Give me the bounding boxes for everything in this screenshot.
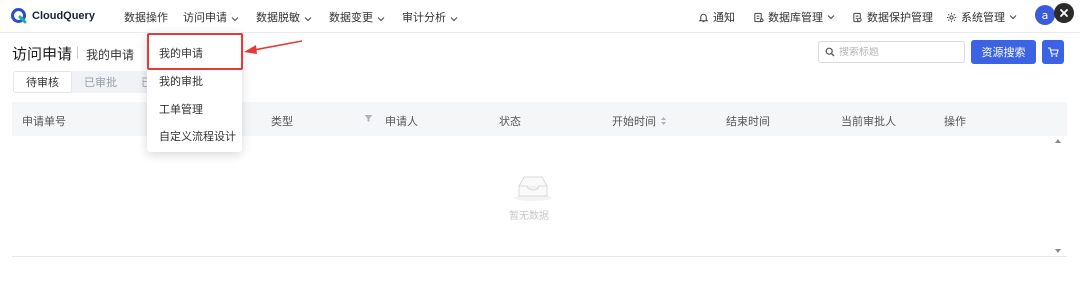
chevron-down-icon bbox=[1009, 11, 1021, 24]
status-tabs: 待审核 已审批 已 bbox=[13, 71, 164, 93]
nav-data-operation[interactable]: 数据操作 bbox=[124, 9, 168, 25]
app-name: CloudQuery bbox=[32, 10, 95, 22]
nav-label: 数据变更 bbox=[329, 11, 373, 24]
app-logo[interactable]: CloudQuery bbox=[11, 8, 95, 24]
cloudquery-logo-icon bbox=[11, 8, 27, 24]
bell-icon bbox=[698, 13, 709, 22]
breadcrumb-current: 我的申请 bbox=[86, 48, 135, 62]
menu-item-my-approvals[interactable]: 我的审批 bbox=[159, 73, 203, 89]
chevron-down-icon bbox=[377, 13, 385, 22]
nav-system-management[interactable]: 系统管理 bbox=[946, 9, 1021, 25]
nav-label: 数据库管理 bbox=[768, 11, 823, 24]
column-header-status: 状态 bbox=[499, 115, 521, 128]
nav-audit-analysis[interactable]: 审计分析 bbox=[402, 9, 458, 25]
nav-data-change[interactable]: 数据变更 bbox=[329, 9, 385, 25]
column-header-end-time: 结束时间 bbox=[726, 115, 770, 128]
filter-icon[interactable] bbox=[364, 114, 373, 123]
search-icon bbox=[825, 47, 835, 57]
chevron-down-icon bbox=[231, 13, 239, 22]
shield-doc-icon bbox=[853, 12, 862, 22]
scroll-down-arrow-icon[interactable] bbox=[1054, 248, 1062, 254]
search-input[interactable] bbox=[839, 46, 959, 58]
nav-label: 系统管理 bbox=[961, 11, 1005, 24]
chevron-down-icon bbox=[827, 11, 839, 24]
highlight-box bbox=[147, 33, 243, 70]
user-avatar[interactable]: a bbox=[1035, 5, 1055, 25]
database-icon bbox=[754, 12, 764, 22]
table-body: 暂无数据 bbox=[12, 136, 1067, 257]
empty-inbox-icon bbox=[514, 176, 552, 201]
empty-state-text: 暂无数据 bbox=[509, 211, 549, 222]
nav-label: 访问申请 bbox=[183, 11, 227, 24]
menu-item-custom-workflow[interactable]: 自定义流程设计 bbox=[159, 128, 236, 144]
menu-item-ticket-management[interactable]: 工单管理 bbox=[159, 101, 203, 117]
nav-notifications[interactable]: 通知 bbox=[698, 9, 735, 25]
top-navigation-bar: CloudQuery 数据操作 访问申请 数据脱敏 数据变更 审计分析 通知 数… bbox=[0, 0, 1080, 33]
nav-access-request[interactable]: 访问申请 bbox=[183, 9, 239, 25]
nav-data-masking[interactable]: 数据脱敏 bbox=[256, 9, 312, 25]
resource-search-button[interactable]: 资源搜索 bbox=[971, 40, 1036, 64]
nav-label: 数据操作 bbox=[124, 11, 168, 24]
column-header-actions: 操作 bbox=[944, 115, 966, 128]
nav-data-protection[interactable]: 数据保护管理 bbox=[852, 9, 933, 25]
column-label: 开始时间 bbox=[612, 115, 656, 128]
close-icon[interactable] bbox=[1054, 3, 1074, 23]
sort-icon[interactable] bbox=[660, 116, 667, 126]
column-header-current-approver: 当前审批人 bbox=[841, 115, 896, 128]
scroll-up-arrow-icon[interactable] bbox=[1054, 138, 1062, 144]
nav-label: 数据保护管理 bbox=[867, 11, 933, 24]
cart-button[interactable] bbox=[1042, 40, 1064, 64]
column-header-applicant: 申请人 bbox=[385, 115, 418, 128]
title-divider bbox=[77, 47, 78, 59]
column-header-start-time[interactable]: 开始时间 bbox=[612, 113, 667, 129]
column-header-id: 申请单号 bbox=[22, 115, 66, 128]
cart-icon bbox=[1048, 47, 1059, 57]
nav-label: 通知 bbox=[713, 11, 735, 24]
column-header-type: 类型 bbox=[271, 115, 293, 128]
annotation-arrow-icon bbox=[244, 40, 303, 54]
tab-pending[interactable]: 待审核 bbox=[13, 71, 72, 93]
chevron-down-icon bbox=[304, 13, 312, 22]
nav-label: 审计分析 bbox=[402, 11, 446, 24]
search-input-wrapper[interactable] bbox=[818, 41, 965, 63]
nav-label: 数据脱敏 bbox=[256, 11, 300, 24]
gear-icon bbox=[946, 12, 957, 22]
chevron-down-icon bbox=[450, 13, 458, 22]
nav-database-management[interactable]: 数据库管理 bbox=[753, 9, 839, 25]
page-title: 访问申请 bbox=[12, 45, 73, 63]
tab-approved[interactable]: 已审批 bbox=[72, 71, 129, 93]
